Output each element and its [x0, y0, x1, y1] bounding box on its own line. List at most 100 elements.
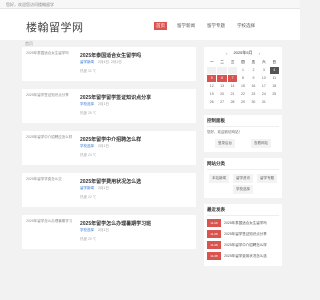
post-title[interactable]: 2025年泰国适合女生留学吗: [80, 52, 141, 59]
site-logo[interactable]: 楼翰留学网: [26, 19, 84, 35]
calendar-day[interactable]: 18: [270, 83, 279, 90]
calendar-day[interactable]: 27: [217, 99, 226, 106]
welcome-text: 您好，欢迎您访问楼翰留学: [6, 2, 54, 7]
prev-month-icon[interactable]: ‹: [226, 51, 227, 56]
calendar-day[interactable]: 24: [259, 91, 268, 98]
calendar-weekday: 五: [251, 60, 256, 64]
post-category[interactable]: 留学新闻: [80, 60, 94, 65]
recent-posts-title: 最近发表: [207, 207, 279, 216]
post-thumbnail[interactable]: 2025年留学怎么办理暑期学习: [26, 219, 74, 245]
nav-news[interactable]: 留学新闻: [175, 22, 197, 30]
calendar-weekday: 日: [272, 60, 277, 64]
post-views: 热度 20 ℃: [80, 237, 97, 241]
calendar-weekday: 六: [262, 60, 266, 64]
post-title[interactable]: 2025年留学留学签证知识点分享: [80, 94, 151, 101]
category-button[interactable]: 学校选择: [233, 185, 253, 194]
post-date: 2月1日: [98, 228, 109, 232]
post-thumbnail[interactable]: 2025年泰国适合女生留学吗: [26, 51, 74, 77]
calendar-day[interactable]: 2: [249, 67, 258, 74]
recent-post-date: 11-08: [207, 241, 221, 249]
calendar-day[interactable]: 23: [249, 91, 258, 98]
post-thumbnail[interactable]: 2025年留学学费怎么交: [26, 177, 74, 203]
calendar-day[interactable]: 29: [238, 99, 247, 106]
calendar-day[interactable]: 11: [270, 75, 279, 82]
calendar-day: [227, 67, 238, 74]
view-site-button[interactable]: 查看网站: [251, 139, 271, 148]
calendar-day[interactable]: 9: [249, 75, 258, 82]
recent-post-item[interactable]: 11-08 2025年留学中介招聘怎么样: [207, 241, 279, 249]
calendar-day[interactable]: 16: [249, 83, 258, 90]
calendar-day[interactable]: 3: [259, 67, 268, 74]
calendar-day: [207, 67, 217, 74]
recent-post-item[interactable]: 11-08 2025年留学费用状况怎么选: [207, 252, 279, 260]
next-month-icon[interactable]: ›: [259, 51, 260, 56]
post-card[interactable]: 2025年留学怎么办理暑期学习 2025年留学怎么办理暑期学习班 学校选择 2月1…: [22, 215, 196, 249]
calendar-day[interactable]: 22: [238, 91, 247, 98]
category-button[interactable]: 留学资讯: [233, 174, 253, 183]
post-title[interactable]: 2025年留学怎么办理暑期学习班: [80, 220, 151, 227]
header: 楼翰留学网 首页 留学新闻 留学专题 学校选择: [0, 9, 300, 40]
calendar-day[interactable]: 31: [259, 99, 268, 106]
post-card[interactable]: 2025年留学中介招聘应怎么样 2025年留学中介招聘怎么样 学校选择 2月1日 …: [22, 131, 196, 165]
post-views: 热度 24 ℃: [80, 153, 97, 157]
calendar-day[interactable]: 13: [217, 83, 226, 90]
calendar-day[interactable]: 26: [207, 99, 216, 106]
category-button[interactable]: 留学专题: [257, 174, 277, 183]
login-text: 您好，欢迎到访网站！: [207, 130, 242, 134]
calendar-day[interactable]: 10: [259, 75, 268, 82]
calendar-day[interactable]: 6: [217, 75, 227, 82]
calendar-weekday: 三: [230, 60, 235, 64]
post-title[interactable]: 2025年留学费用状况怎么选: [80, 178, 141, 185]
recent-post-link[interactable]: 2025年泰国适合女生留学吗: [224, 221, 267, 226]
calendar-day[interactable]: 30: [249, 99, 258, 106]
calendar-day[interactable]: 15: [238, 83, 247, 90]
calendar-weekday: 四: [241, 60, 245, 64]
login-button[interactable]: 登录后台: [215, 139, 235, 148]
post-card[interactable]: 2025年留学签证知识点分享 2025年留学留学签证知识点分享 学校选择 2月1日…: [22, 89, 196, 123]
post-card[interactable]: 2025年泰国适合女生留学吗 2025年泰国适合女生留学吗 留学新闻 2月4日, …: [22, 47, 196, 81]
calendar-weekday: 二: [220, 60, 224, 64]
calendar-header: ‹ 2025年5月 ›: [207, 50, 279, 56]
recent-post-item[interactable]: 11-08 2025年留学签证知识点分享: [207, 230, 279, 238]
nav-schools[interactable]: 学校选择: [235, 22, 257, 30]
calendar-day[interactable]: 28: [228, 99, 237, 106]
post-category[interactable]: 学校选择: [80, 228, 94, 233]
calendar-day[interactable]: 5: [207, 75, 217, 82]
post-date: 2月1日: [98, 102, 109, 106]
calendar-day[interactable]: 14: [228, 83, 237, 90]
calendar-day[interactable]: 1: [238, 67, 247, 74]
login-box: 控制面板 您好，欢迎到访网站！ 登录后台 查看网站: [204, 115, 282, 152]
post-category[interactable]: 学校选择: [80, 102, 94, 107]
calendar-day[interactable]: 4: [269, 67, 279, 74]
recent-post-date: 11-08: [207, 219, 221, 227]
post-thumbnail[interactable]: 2025年留学签证知识点分享: [26, 93, 74, 119]
calendar-day: [217, 67, 227, 74]
post-thumbnail[interactable]: 2025年留学中介招聘应怎么样: [26, 135, 74, 161]
breadcrumb[interactable]: 首页: [0, 40, 300, 47]
calendar-day[interactable]: 19: [207, 91, 216, 98]
recent-posts-box: 最近发表 11-08 2025年泰国适合女生留学吗 11-08 2025年留学签证知…: [204, 204, 282, 266]
post-meta: 留学新闻 2月1日: [80, 186, 109, 191]
category-button[interactable]: 本站新闻: [209, 174, 229, 183]
calendar-day[interactable]: 17: [259, 83, 268, 90]
recent-post-link[interactable]: 2025年留学中介招聘怎么样: [224, 243, 267, 248]
calendar-day[interactable]: 20: [217, 91, 226, 98]
post-category[interactable]: 学校选择: [80, 144, 94, 149]
nav-topics[interactable]: 留学专题: [205, 22, 227, 30]
post-card[interactable]: 2025年留学学费怎么交 2025年留学费用状况怎么选 留学新闻 2月1日 热度 …: [22, 173, 196, 207]
nav-home[interactable]: 首页: [154, 22, 167, 30]
post-meta: 学校选择 2月1日: [80, 144, 109, 149]
recent-post-item[interactable]: 11-08 2025年泰国适合女生留学吗: [207, 219, 279, 227]
calendar-weekday: 一: [209, 60, 214, 64]
recent-post-link[interactable]: 2025年留学费用状况怎么选: [224, 254, 267, 259]
calendar-day[interactable]: 8: [238, 75, 247, 82]
recent-post-link[interactable]: 2025年留学签证知识点分享: [224, 232, 267, 237]
post-meta: 学校选择 2月1日: [80, 228, 109, 233]
calendar-day[interactable]: 12: [207, 83, 216, 90]
recent-post-date: 11-08: [207, 252, 221, 260]
calendar-day[interactable]: 25: [270, 91, 279, 98]
post-category[interactable]: 留学新闻: [80, 186, 94, 191]
calendar-day[interactable]: 21: [228, 91, 237, 98]
post-title[interactable]: 2025年留学中介招聘怎么样: [80, 136, 141, 143]
calendar-day[interactable]: 7: [227, 75, 238, 82]
